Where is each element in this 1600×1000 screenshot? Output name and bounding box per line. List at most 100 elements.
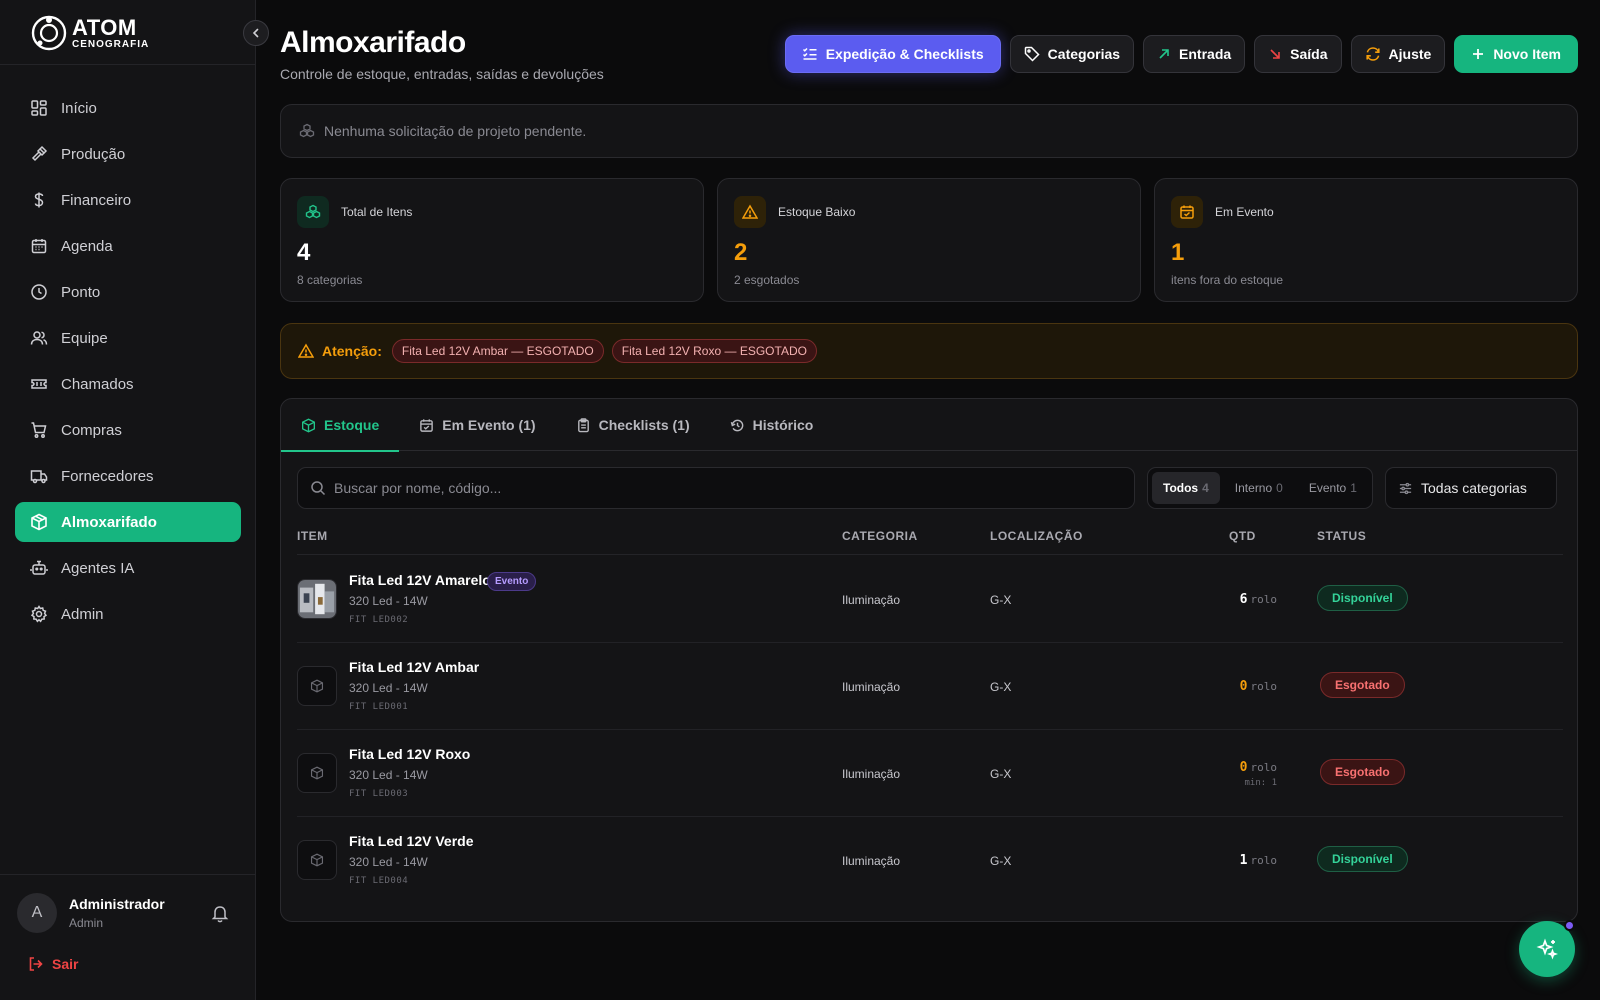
sparkles-icon <box>1536 938 1558 960</box>
brand: ATOM CENOGRAFIA <box>0 0 255 65</box>
project-requests-notice: Nenhuma solicitação de projeto pendente. <box>280 104 1578 158</box>
categorias-button[interactable]: Categorias <box>1009 35 1135 73</box>
ajuste-label: Ajuste <box>1388 46 1432 62</box>
col-item: ITEM <box>297 529 328 543</box>
sidebar: ATOM CENOGRAFIA Início Produção Financei… <box>0 0 269 1000</box>
user-area: A Administrador Admin Sair <box>0 874 256 1000</box>
search-input[interactable] <box>334 480 1114 496</box>
sidebar-item-inicio[interactable]: Início <box>15 88 241 128</box>
stats-row: Total de Itens 4 8 categorias Estoque Ba… <box>280 178 1578 302</box>
tab-checklists[interactable]: Checklists (1) <box>556 399 710 451</box>
box-icon <box>302 418 315 432</box>
notice-text: Nenhuma solicitação de projeto pendente. <box>324 123 587 139</box>
filter-todos[interactable]: Todos 4 <box>1152 472 1220 504</box>
item-placeholder <box>297 753 337 793</box>
expedicao-checklists-button[interactable]: Expedição & Checklists <box>784 35 1001 73</box>
entrada-label: Entrada <box>1179 46 1232 62</box>
filter-interno[interactable]: Interno 0 <box>1224 472 1294 504</box>
tab-em-evento[interactable]: Em Evento (1) <box>399 399 555 451</box>
avatar[interactable]: A <box>17 893 57 933</box>
sidebar-item-ponto[interactable]: Ponto <box>15 272 241 312</box>
sidebar-item-equipe[interactable]: Equipe <box>15 318 241 358</box>
item-photo-image <box>298 580 336 618</box>
tab-historico[interactable]: Histórico <box>710 399 834 451</box>
category-select-value: Todas categorias <box>1421 480 1527 496</box>
table-row[interactable]: Fita Led 12V Roxo 320 Led - 14W FIT LED0… <box>297 730 1563 817</box>
tag-icon <box>1024 46 1040 62</box>
warning-triangle-icon <box>298 343 314 358</box>
ajuste-button[interactable]: Ajuste <box>1350 35 1446 73</box>
sidebar-item-label: Início <box>61 99 97 117</box>
alert-chip[interactable]: Fita Led 12V Ambar — ESGOTADO <box>391 339 604 363</box>
stock-alert-banner: Atenção: Fita Led 12V Ambar — ESGOTADO F… <box>280 323 1578 379</box>
item-name: Fita Led 12V Verde <box>349 833 474 849</box>
status-badge: Esgotado <box>1320 672 1405 698</box>
refresh-icon <box>1365 47 1380 61</box>
tab-label: Checklists (1) <box>598 417 690 433</box>
col-qtd: QTD <box>1229 529 1256 543</box>
table-row[interactable]: Fita Led 12V Amarelo Evento 320 Led - 14… <box>297 556 1563 643</box>
item-description: 320 Led - 14W <box>349 855 428 869</box>
search-icon <box>311 481 326 496</box>
item-categoria: Iluminação <box>842 767 901 781</box>
notification-dot <box>1564 920 1575 931</box>
category-select[interactable]: Todas categorias <box>1385 467 1557 509</box>
item-code: FIT LED001 <box>349 702 409 712</box>
type-filter: Todos 4 Interno 0 Evento 1 <box>1147 467 1373 509</box>
sliders-icon <box>1399 482 1412 494</box>
novo-item-button[interactable]: Novo Item <box>1454 35 1578 73</box>
tab-label: Estoque <box>324 417 380 433</box>
sidebar-item-label: Compras <box>61 421 122 439</box>
history-icon <box>730 419 744 431</box>
status-badge: Disponível <box>1317 846 1408 872</box>
box-icon <box>310 766 324 780</box>
sidebar-item-financeiro[interactable]: Financeiro <box>15 180 241 220</box>
clock-icon <box>31 284 47 300</box>
entrada-button[interactable]: Entrada <box>1143 35 1246 73</box>
bell-icon[interactable] <box>210 903 230 923</box>
collapse-sidebar-button[interactable] <box>243 20 269 46</box>
arrow-up-right-icon <box>1159 49 1169 59</box>
table-toolbar: Todos4 Interno0 Evento1 Todas categorias <box>297 467 1563 509</box>
item-description: 320 Led - 14W <box>349 768 428 782</box>
grid-icon <box>31 100 47 116</box>
boxes-icon <box>299 123 315 138</box>
table-row[interactable]: Fita Led 12V Ambar 320 Led - 14W FIT LED… <box>297 643 1563 730</box>
sidebar-item-chamados[interactable]: Chamados <box>15 364 241 404</box>
qty-unit: rolo <box>1250 680 1278 693</box>
alert-chip[interactable]: Fita Led 12V Roxo — ESGOTADO <box>611 339 817 363</box>
item-code: FIT LED004 <box>349 876 409 886</box>
item-localizacao: G-X <box>990 680 1012 694</box>
categorias-label: Categorias <box>1047 46 1121 62</box>
sidebar-item-label: Financeiro <box>61 191 132 209</box>
sidebar-item-agenda[interactable]: Agenda <box>15 226 241 266</box>
expedicao-label: Expedição & Checklists <box>825 46 984 62</box>
sidebar-item-label: Agentes IA <box>61 559 135 577</box>
sidebar-item-admin[interactable]: Admin <box>15 594 241 634</box>
table-row[interactable]: Fita Led 12V Verde 320 Led - 14W FIT LED… <box>297 817 1563 904</box>
user-role: Admin <box>69 916 104 930</box>
logout-button[interactable]: Sair <box>28 956 78 972</box>
tab-estoque[interactable]: Estoque <box>281 399 400 452</box>
item-description: 320 Led - 14W <box>349 594 428 608</box>
sidebar-item-label: Fornecedores <box>61 467 154 485</box>
sidebar-item-producao[interactable]: Produção <box>15 134 241 174</box>
stat-icon-wrap <box>297 196 329 228</box>
item-qtd: 0 rolo min: 1 <box>1240 758 1277 788</box>
page-title: Almoxarifado <box>280 26 466 59</box>
sidebar-item-agentes-ia[interactable]: Agentes IA <box>15 548 241 588</box>
qty-number: 0 <box>1239 760 1248 775</box>
filter-evento[interactable]: Evento 1 <box>1298 472 1368 504</box>
sidebar-item-fornecedores[interactable]: Fornecedores <box>15 456 241 496</box>
stat-label: Em Evento <box>1215 205 1274 219</box>
item-placeholder <box>297 840 337 880</box>
saida-button[interactable]: Saída <box>1254 35 1342 73</box>
calendar-check-icon <box>420 418 434 432</box>
table-header: ITEM CATEGORIA LOCALIZAÇÃO QTD STATUS <box>297 525 1563 555</box>
inventory-panel: Estoque Em Evento (1) Checklists (1) His… <box>280 398 1578 922</box>
dollar-icon <box>34 192 44 208</box>
sidebar-item-almoxarifado[interactable]: Almoxarifado <box>15 502 241 542</box>
calendar-icon <box>31 239 47 254</box>
sidebar-item-compras[interactable]: Compras <box>15 410 241 450</box>
search-box <box>297 467 1135 509</box>
